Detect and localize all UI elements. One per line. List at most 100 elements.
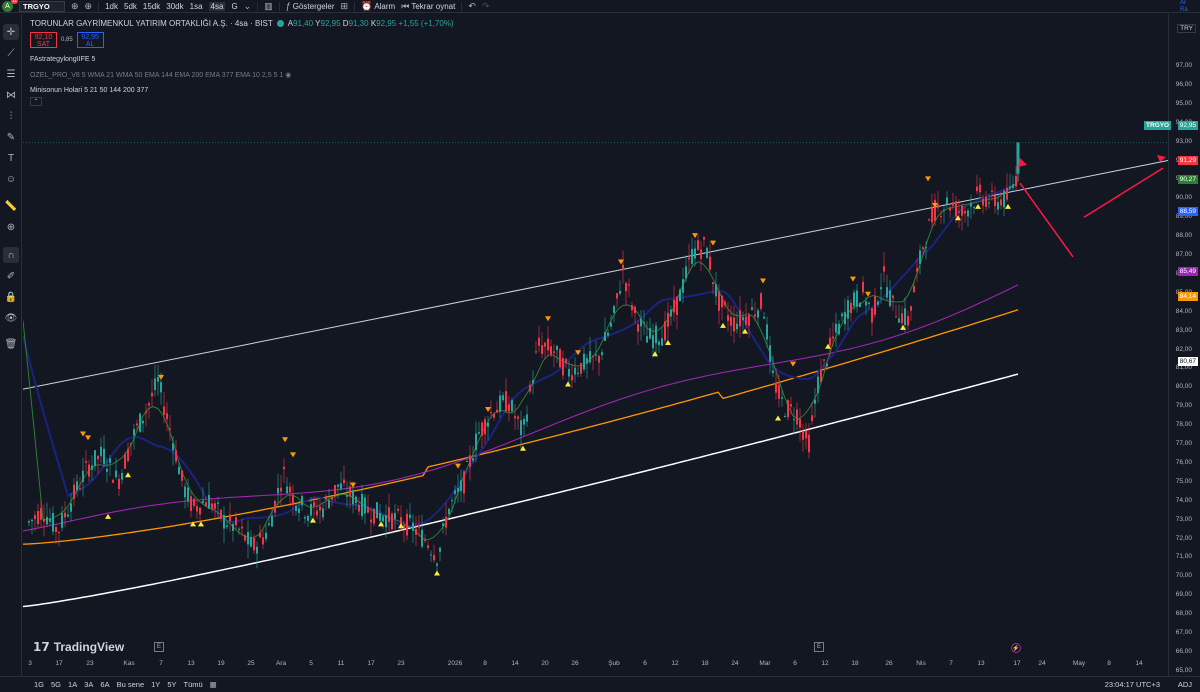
sell-button[interactable]: 92,10 SAT — [30, 32, 57, 48]
emoji-icon[interactable]: ☺ — [3, 171, 19, 187]
time-tick: 23 — [397, 660, 405, 667]
corner-line-2: Ra — [1180, 7, 1188, 13]
sell-price: 92,10 — [34, 34, 53, 41]
compare-icon[interactable]: ⊕ — [71, 1, 79, 12]
price-chart[interactable] — [22, 14, 1169, 676]
sell-signal-marker — [545, 316, 551, 322]
candle-body — [427, 545, 429, 548]
interval-4sa[interactable]: 4sa — [208, 1, 226, 11]
range-3a[interactable]: 3A — [84, 680, 93, 689]
candle-body — [415, 528, 417, 535]
interval-1sa[interactable]: 1sa — [190, 2, 203, 11]
interval-g[interactable]: G — [231, 2, 237, 11]
symbol-search-input[interactable]: TRGYO — [19, 0, 65, 12]
interval-15dk[interactable]: 15dk — [143, 2, 160, 11]
range-all[interactable]: Tümü — [184, 680, 203, 689]
trash-icon[interactable]: 🗑 — [3, 336, 19, 352]
clock[interactable]: 23:04:17 UTC+3 — [1105, 680, 1160, 689]
indicator-1[interactable]: FAstrategylongIIFE 5 — [30, 56, 730, 63]
candle-body — [103, 448, 105, 464]
candle-body — [91, 465, 93, 470]
range-1a[interactable]: 1A — [68, 680, 77, 689]
time-tick: 23 — [86, 660, 94, 667]
range-5y[interactable]: 5Y — [167, 680, 176, 689]
flash-icon[interactable]: ⚡ — [1011, 643, 1021, 653]
trendline-icon[interactable]: ⟋ — [3, 45, 19, 61]
candle-body — [244, 535, 246, 541]
price-tick: 76,00 — [1175, 458, 1192, 466]
collapse-legend-button[interactable]: ⌃ — [30, 97, 42, 106]
templates-icon[interactable]: ⊞ — [341, 1, 349, 12]
candle-body — [721, 295, 723, 308]
candle-body — [52, 512, 54, 532]
candle-body — [859, 302, 861, 308]
candle-body — [532, 379, 534, 384]
zoom-in-icon[interactable]: ⊕ — [3, 219, 19, 235]
candle-body — [418, 525, 420, 528]
range-ytd[interactable]: Bu sene — [117, 680, 145, 689]
candle-body — [712, 282, 714, 285]
candle-body — [241, 526, 243, 529]
indicators-button[interactable]: ƒ Göstergeler — [286, 1, 335, 11]
time-tick: 7 — [159, 660, 163, 667]
interval-5dk[interactable]: 5dk — [124, 2, 137, 11]
candles-icon[interactable]: ▥ — [264, 1, 273, 12]
range-1g[interactable]: 1G — [34, 680, 44, 689]
indicator-3[interactable]: Minisonun Holari 5 21 50 144 200 377 — [30, 87, 730, 94]
price-axis[interactable]: TRY 97,0096,0095,0094,0093,0092,0091,009… — [1168, 14, 1200, 676]
divider — [257, 1, 259, 11]
candle-body — [754, 314, 756, 317]
brush-icon[interactable]: ✎ — [3, 129, 19, 145]
candle-body — [391, 513, 393, 530]
redo-icon[interactable]: ↷ — [482, 1, 490, 12]
eye-icon[interactable]: 👁 — [3, 310, 19, 326]
replay-button[interactable]: ⏮ Tekrar oynat — [401, 1, 455, 12]
pattern-icon[interactable]: ⋈ — [3, 87, 19, 103]
time-tick: Ara — [275, 660, 287, 667]
magnet-icon[interactable]: ∩ — [3, 247, 19, 263]
candle-body — [328, 500, 330, 509]
crosshair-icon[interactable]: ✛ — [3, 24, 19, 40]
lock-icon[interactable]: 🔒 — [3, 289, 19, 305]
candle-body — [649, 327, 651, 339]
chart-pane[interactable] — [22, 14, 1169, 676]
add-symbol-icon[interactable]: ⊕ — [85, 1, 93, 12]
chevron-down-icon[interactable]: ⌄ — [244, 1, 252, 12]
earnings-event-badge[interactable]: E — [154, 642, 164, 652]
interval-30dk[interactable]: 30dk — [166, 2, 183, 11]
earnings-event-badge[interactable]: E — [814, 642, 824, 652]
range-1y[interactable]: 1Y — [151, 680, 160, 689]
chart-legend: TORUNLAR GAYRİMENKUL YATIRIM ORTAKLIĞI A… — [30, 19, 730, 106]
adj-toggle[interactable]: ADJ — [1178, 680, 1192, 689]
ruler-icon[interactable]: 📏 — [3, 198, 19, 214]
eye-icon[interactable]: ◉ — [285, 72, 291, 79]
alert-button[interactable]: ⏰ Alarm — [361, 1, 395, 12]
candle-body — [655, 325, 657, 344]
currency-select[interactable]: TRY — [1177, 24, 1196, 33]
range-6a[interactable]: 6A — [100, 680, 109, 689]
indicator-2[interactable]: OZEL_PRO_V8 5 WMA 21 WMA 50 EMA 144 EMA … — [30, 71, 730, 79]
candle-body — [988, 202, 990, 204]
candle-body — [883, 266, 885, 272]
candle-body — [781, 397, 783, 399]
fib-icon[interactable]: ⫶ — [3, 108, 19, 124]
undo-icon[interactable]: ↶ — [468, 1, 476, 12]
range-5g[interactable]: 5G — [51, 680, 61, 689]
lock-drawing-icon[interactable]: ✐ — [3, 268, 19, 284]
candle-body — [646, 336, 648, 343]
candle-body — [43, 518, 45, 522]
horizontal-lines-icon[interactable]: ☰ — [3, 66, 19, 82]
candle-body — [94, 450, 96, 466]
candle-body — [607, 332, 609, 336]
price-tag: 90,27 — [1177, 175, 1198, 184]
open-value: 91,40 — [293, 19, 314, 28]
interval-1dk[interactable]: 1dk — [105, 2, 118, 11]
calendar-icon[interactable]: ▦ — [210, 680, 217, 689]
candle-body — [148, 403, 150, 406]
candle-body — [643, 322, 645, 324]
user-avatar[interactable]: A 11 — [2, 0, 18, 12]
buy-button[interactable]: 92,95 AL — [76, 32, 104, 48]
time-axis[interactable]: 3 17 23 Kas 7 13 19 25 Ara 5 11 17 23 2026 8 14 20 26 Şub 6… — [23, 656, 1168, 676]
text-icon[interactable]: T — [3, 150, 19, 166]
candle-body — [325, 497, 327, 500]
